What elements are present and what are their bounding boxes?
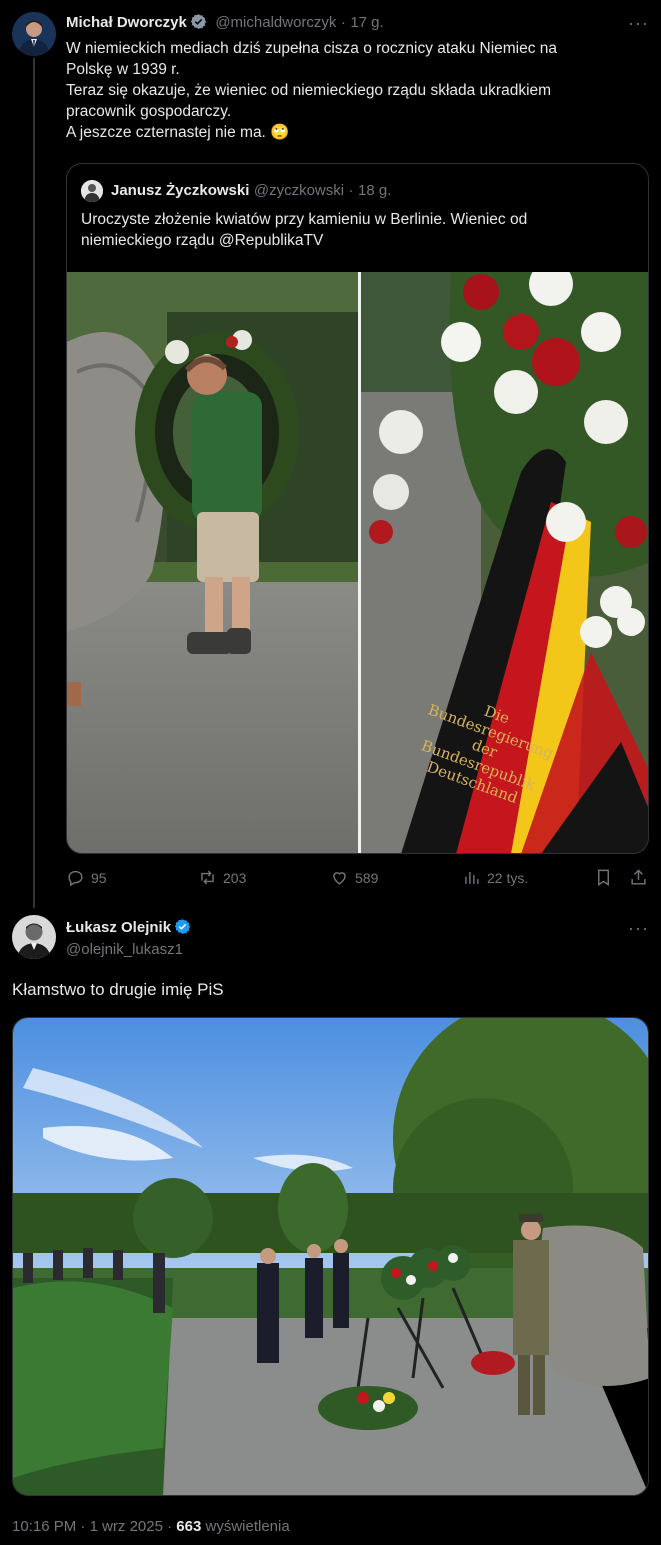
repost-icon xyxy=(201,870,214,885)
author-handle[interactable]: @michaldworczyk xyxy=(215,14,336,31)
post-time[interactable]: 10:16 PM xyxy=(12,1518,76,1535)
avatar-lukasz[interactable] xyxy=(12,915,56,959)
quote-photo-wreath-ribbon[interactable]: Die Bundesregierung der Bundesrepublik D… xyxy=(361,272,648,853)
quote-header: Janusz Życzkowski @zyczkowski · 18 g. xyxy=(111,182,391,200)
tweet1-actions: 95 203 589 22 tys. xyxy=(66,864,649,894)
tweet2-text: Kłamstwo to drugie imię PiS xyxy=(12,980,224,999)
views-label: wyświetlenia xyxy=(205,1518,290,1535)
avatar-janusz[interactable] xyxy=(81,180,103,202)
share-button[interactable] xyxy=(629,868,648,887)
quote-photo-worker[interactable] xyxy=(67,272,358,853)
post-date[interactable]: 1 wrz 2025 xyxy=(90,1518,163,1535)
more-icon[interactable]: ··· xyxy=(628,14,649,32)
thread-line xyxy=(33,58,35,908)
repost-button[interactable]: 203 xyxy=(198,868,246,887)
separator: · xyxy=(167,1518,173,1535)
reply-count: 95 xyxy=(91,869,107,886)
author-name[interactable]: Michał Dworczyk xyxy=(66,14,187,31)
separator: · xyxy=(340,14,346,31)
tweet-line: Teraz się okazuje, że wieniec od niemiec… xyxy=(66,82,552,99)
like-button[interactable]: 589 xyxy=(330,868,378,887)
verified-badge-icon xyxy=(174,918,191,935)
reply-button[interactable]: 95 xyxy=(66,868,107,887)
share-icon xyxy=(631,869,646,885)
author-handle[interactable]: @olejnik_lukasz1 xyxy=(66,941,183,958)
tweet-line: Polskę w 1939 r. xyxy=(66,61,180,78)
tweet-line: A jeszcze czternastej nie ma. 🙄 xyxy=(66,124,290,141)
quote-author-handle[interactable]: @zyczkowski xyxy=(254,182,344,199)
like-icon xyxy=(333,872,346,885)
bookmark-icon xyxy=(598,869,609,886)
quote-author-name[interactable]: Janusz Życzkowski xyxy=(111,182,249,199)
views-count: 22 tys. xyxy=(487,869,529,886)
separator: · xyxy=(348,182,354,199)
tweet1-text: W niemieckich mediach dziś zupełna cisza… xyxy=(66,38,646,143)
quote-age: 18 g. xyxy=(358,182,392,199)
separator: · xyxy=(80,1518,86,1535)
more-icon[interactable]: ··· xyxy=(628,919,649,937)
avatar-michal[interactable] xyxy=(12,12,56,56)
tweet-line: pracownik gospodarczy. xyxy=(66,103,232,120)
verified-badge-icon xyxy=(190,13,207,30)
bookmark-button[interactable] xyxy=(594,868,613,887)
tweet1-header: Michał Dworczyk @michaldworczyk · 17 g. xyxy=(66,13,384,32)
quoted-tweet[interactable]: Janusz Życzkowski @zyczkowski · 18 g. Ur… xyxy=(66,163,649,854)
quote-line: niemieckiego rządu @RepublikaTV xyxy=(81,232,324,249)
quote-line: Uroczyste złożenie kwiatów przy kamieniu… xyxy=(81,211,528,228)
views-icon xyxy=(465,871,479,884)
tweet-line: W niemieckich mediach dziś zupełna cisza… xyxy=(66,40,558,57)
views-count: 663 xyxy=(176,1518,202,1535)
views-button[interactable]: 22 tys. xyxy=(462,868,528,887)
ceremony-photo[interactable] xyxy=(12,1017,649,1496)
quote-text: Uroczyste złożenie kwiatów przy kamieniu… xyxy=(81,209,641,251)
like-count: 589 xyxy=(355,869,379,886)
tweet2-header: Łukasz Olejnik xyxy=(66,918,191,937)
tweet-age[interactable]: 17 g. xyxy=(350,14,383,31)
tweet2-footer: 10:16 PM · 1 wrz 2025 · 663 wyświetlenia xyxy=(12,1518,290,1535)
reply-icon xyxy=(68,870,83,887)
author-name[interactable]: Łukasz Olejnik xyxy=(66,919,171,936)
repost-count: 203 xyxy=(223,869,247,886)
